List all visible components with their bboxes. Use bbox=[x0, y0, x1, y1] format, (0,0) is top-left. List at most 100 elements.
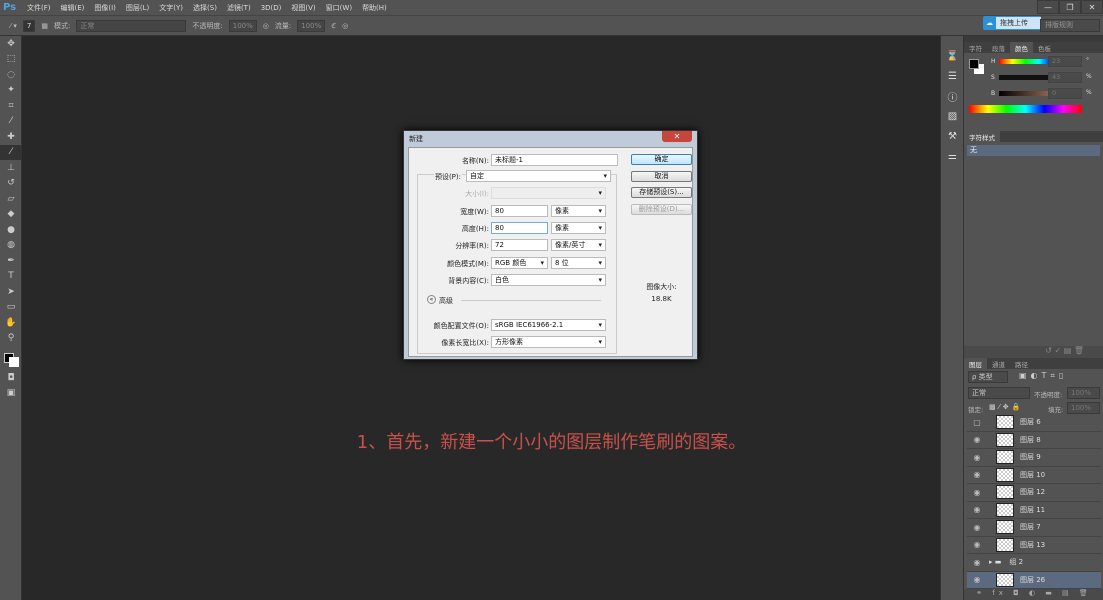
pixel-aspect-select[interactable]: 方形像素 bbox=[491, 336, 606, 348]
menu-3d[interactable]: 3D(D) bbox=[256, 4, 287, 12]
save-preset-button[interactable]: 存储预设(S)... bbox=[631, 187, 692, 198]
magic-wand-icon[interactable]: ✦ bbox=[0, 83, 22, 99]
layer-filter-icons[interactable]: ▣◐T⌗▯ bbox=[1019, 371, 1067, 381]
properties-icon[interactable]: ⚌ bbox=[941, 146, 964, 166]
folder-icon[interactable]: ▸ ▬ bbox=[989, 558, 1001, 566]
layer-row[interactable]: ◉ ▸ ▬ 组 2 bbox=[967, 554, 1101, 572]
pen-tool-icon[interactable]: ✒ bbox=[0, 253, 22, 269]
upload-button[interactable]: ☁ 拖拽上传 bbox=[983, 16, 1041, 30]
dodge-tool-icon[interactable]: ◍ bbox=[0, 238, 22, 254]
layer-row[interactable]: ◉ 图层 12 bbox=[967, 484, 1101, 502]
lock-icons[interactable]: ▩⁄✥🔒 bbox=[989, 403, 1023, 411]
brush-panel-icon[interactable]: ▦ bbox=[41, 22, 48, 30]
dialog-close-button[interactable]: ✕ bbox=[662, 131, 692, 142]
airbrush-icon[interactable]: ℭ bbox=[331, 22, 336, 30]
char-style-item[interactable]: 无 bbox=[967, 145, 1100, 156]
brush-tool-icon[interactable]: ⁄ bbox=[0, 144, 22, 160]
menu-file[interactable]: 文件(F) bbox=[22, 3, 56, 13]
preset-select[interactable]: 自定 bbox=[466, 170, 611, 182]
type-tool-icon[interactable]: T bbox=[0, 269, 22, 285]
brush-presets-icon[interactable]: ▨ bbox=[941, 106, 964, 126]
lasso-tool-icon[interactable]: ◌ bbox=[0, 67, 22, 83]
path-select-icon[interactable]: ➤ bbox=[0, 284, 22, 300]
h-value[interactable]: 23 bbox=[1048, 56, 1082, 67]
fill-input[interactable]: 100% bbox=[1067, 402, 1100, 414]
layer-row[interactable]: ◉ 图层 11 bbox=[967, 502, 1101, 519]
tab-paragraph[interactable]: 段落 bbox=[987, 42, 1010, 53]
color-profile-select[interactable]: sRGB IEC61966-2.1 bbox=[491, 319, 606, 331]
cancel-button[interactable]: 取消 bbox=[631, 171, 692, 182]
menu-type[interactable]: 文字(Y) bbox=[154, 3, 188, 13]
restore-button[interactable]: ❐ bbox=[1059, 0, 1081, 14]
flow-input[interactable]: 100% bbox=[297, 19, 326, 32]
resolution-input[interactable]: 72 bbox=[491, 239, 548, 251]
resolution-unit-select[interactable]: 像素/英寸 bbox=[551, 239, 606, 251]
eraser-icon[interactable]: ▱ bbox=[0, 191, 22, 207]
pressure-size-icon[interactable]: ◎ bbox=[342, 22, 348, 30]
advanced-toggle-icon[interactable]: « bbox=[427, 295, 436, 304]
layer-filter-select[interactable]: ρ 类型 bbox=[968, 371, 1008, 383]
healing-brush-icon[interactable]: ✚ bbox=[0, 129, 22, 145]
quick-mask-icon[interactable]: ◘ bbox=[0, 370, 22, 386]
menu-view[interactable]: 视图(V) bbox=[286, 3, 320, 13]
eyedropper-icon[interactable]: ⁄ bbox=[0, 114, 22, 130]
color-swatches-icon[interactable] bbox=[0, 346, 22, 370]
width-input[interactable]: 80 bbox=[491, 205, 548, 217]
color-mode-select[interactable]: RGB 颜色 bbox=[491, 257, 548, 269]
menu-select[interactable]: 选择(S) bbox=[188, 3, 222, 13]
height-input[interactable]: 80 bbox=[491, 222, 548, 234]
menu-window[interactable]: 窗口(W) bbox=[321, 3, 357, 13]
zoom-tool-icon[interactable]: ⚲ bbox=[0, 331, 22, 347]
mode-select[interactable]: 正常 bbox=[76, 19, 187, 32]
blend-mode-select[interactable]: 正常 bbox=[968, 387, 1030, 399]
rectangle-tool-icon[interactable]: ▭ bbox=[0, 300, 22, 316]
menu-edit[interactable]: 编辑(E) bbox=[56, 3, 90, 13]
history-icon[interactable]: ⌛ bbox=[941, 46, 964, 66]
advanced-label[interactable]: 高级 bbox=[439, 296, 453, 306]
screen-mode-icon[interactable]: ▣ bbox=[0, 386, 22, 402]
hand-tool-icon[interactable]: ✋ bbox=[0, 315, 22, 331]
background-select[interactable]: 白色 bbox=[491, 274, 606, 286]
eye-icon[interactable]: ◉ bbox=[967, 470, 987, 479]
bit-depth-select[interactable]: 8 位 bbox=[551, 257, 606, 269]
tab-paths[interactable]: 路径 bbox=[1010, 358, 1033, 369]
move-tool-icon[interactable]: ✥ bbox=[0, 36, 22, 52]
name-input[interactable]: 未标题-1 bbox=[491, 154, 618, 166]
layer-row[interactable]: ◉ 图层 26 bbox=[967, 571, 1101, 589]
b-value[interactable]: 0 bbox=[1048, 88, 1082, 99]
layer-row[interactable]: ◉ 图层 13 bbox=[967, 537, 1101, 554]
eye-icon[interactable]: ◉ bbox=[967, 505, 987, 514]
color-ramp[interactable] bbox=[969, 105, 1082, 113]
foreground-color[interactable] bbox=[969, 59, 979, 69]
tab-swatches[interactable]: 色板 bbox=[1033, 42, 1056, 53]
menu-help[interactable]: 帮助(H) bbox=[357, 3, 392, 13]
eye-icon[interactable]: ◉ bbox=[967, 540, 987, 549]
eye-icon[interactable]: ◉ bbox=[967, 453, 987, 462]
tab-channels[interactable]: 通道 bbox=[987, 358, 1010, 369]
layer-row[interactable]: ◉ 图层 7 bbox=[967, 519, 1101, 537]
ok-button[interactable]: 确定 bbox=[631, 154, 692, 165]
crop-tool-icon[interactable]: ⌗ bbox=[0, 98, 22, 114]
pressure-opacity-icon[interactable]: ◎ bbox=[263, 22, 269, 30]
minimize-button[interactable]: — bbox=[1037, 0, 1059, 14]
layers-footer-icons[interactable]: ⚭ fx ◘ ◐ ▬ ▤ 🗑 bbox=[964, 589, 1103, 600]
eye-icon[interactable]: ◉ bbox=[967, 488, 987, 497]
layer-opacity-input[interactable]: 100% bbox=[1067, 387, 1100, 399]
brush-size-picker[interactable]: 7 bbox=[22, 19, 36, 32]
tab-character[interactable]: 字符 bbox=[964, 42, 987, 53]
paint-bucket-icon[interactable]: ◆ bbox=[0, 207, 22, 223]
marquee-tool-icon[interactable]: ⬚ bbox=[0, 52, 22, 68]
menu-layer[interactable]: 图层(L) bbox=[121, 3, 154, 13]
eye-icon[interactable]: ◉ bbox=[967, 575, 987, 584]
menu-image[interactable]: 图像(I) bbox=[89, 3, 121, 13]
tab-layers[interactable]: 图层 bbox=[964, 358, 987, 369]
tool-presets-icon[interactable]: ⚒ bbox=[941, 126, 964, 146]
adjustments-icon[interactable]: ☰ bbox=[941, 66, 964, 86]
layout-rules-select[interactable]: 排版规则 bbox=[1040, 19, 1100, 32]
blur-tool-icon[interactable]: ● bbox=[0, 222, 22, 238]
eye-icon[interactable]: ◉ bbox=[967, 523, 987, 532]
layer-row[interactable]: ◉ 图层 10 bbox=[967, 467, 1101, 484]
width-unit-select[interactable]: 像素 bbox=[551, 205, 606, 217]
tab-character-styles[interactable]: 字符样式 bbox=[964, 131, 1000, 142]
tab-color[interactable]: 颜色 bbox=[1010, 42, 1033, 53]
